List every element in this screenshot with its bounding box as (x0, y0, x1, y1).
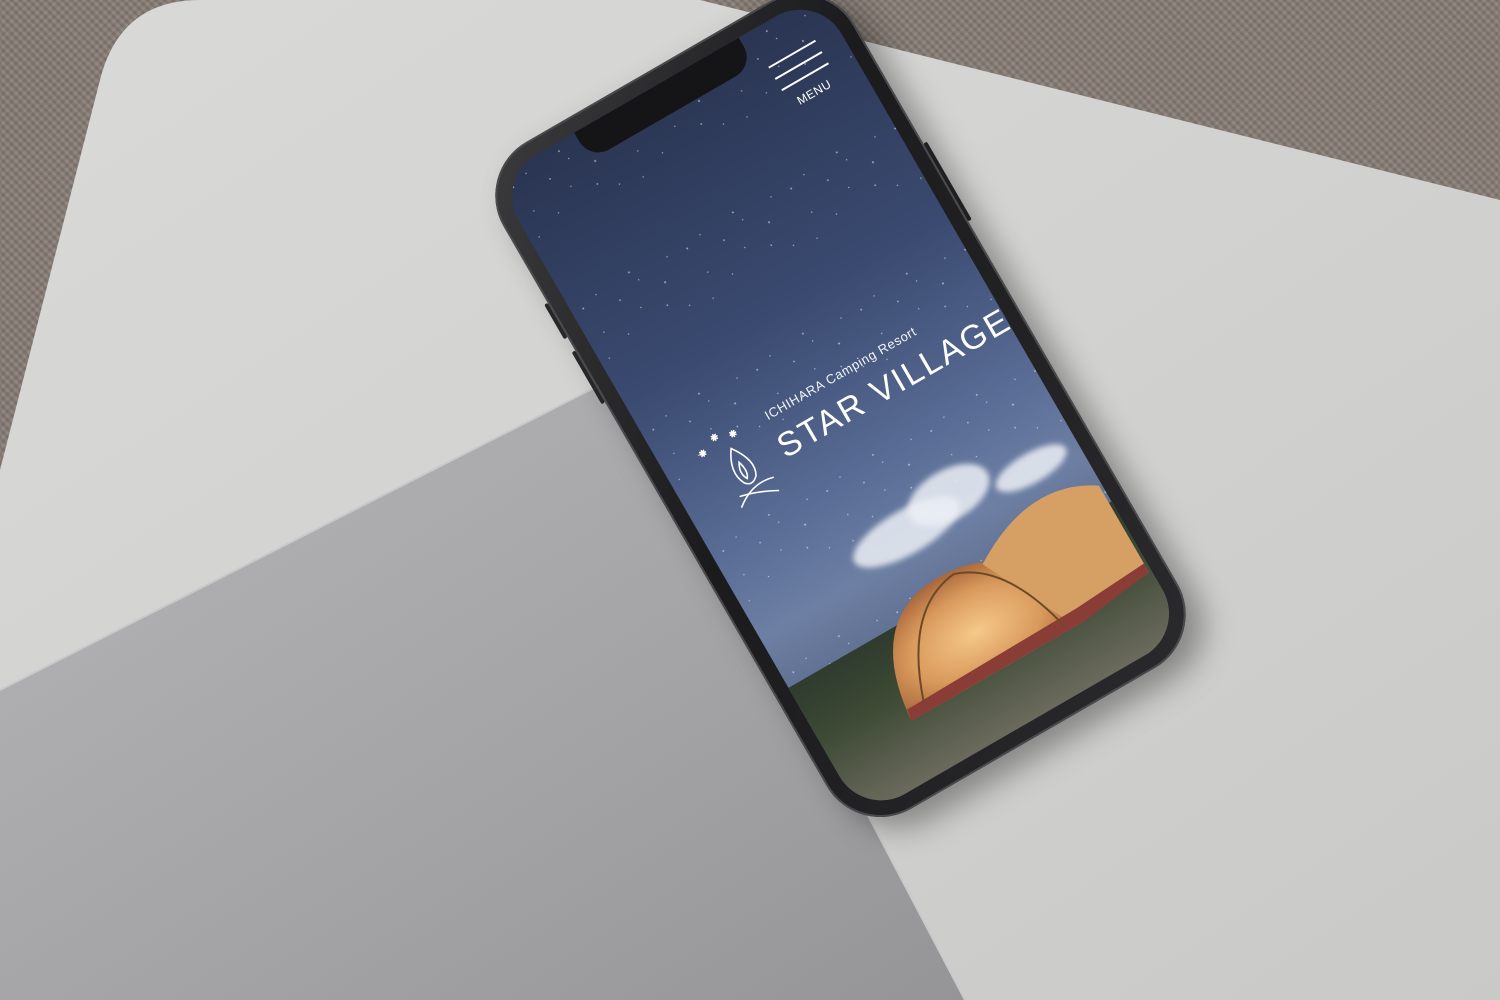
mockup-scene: MENU ICHIHARA Camping Resort STAR VILLAG… (0, 0, 1500, 1000)
